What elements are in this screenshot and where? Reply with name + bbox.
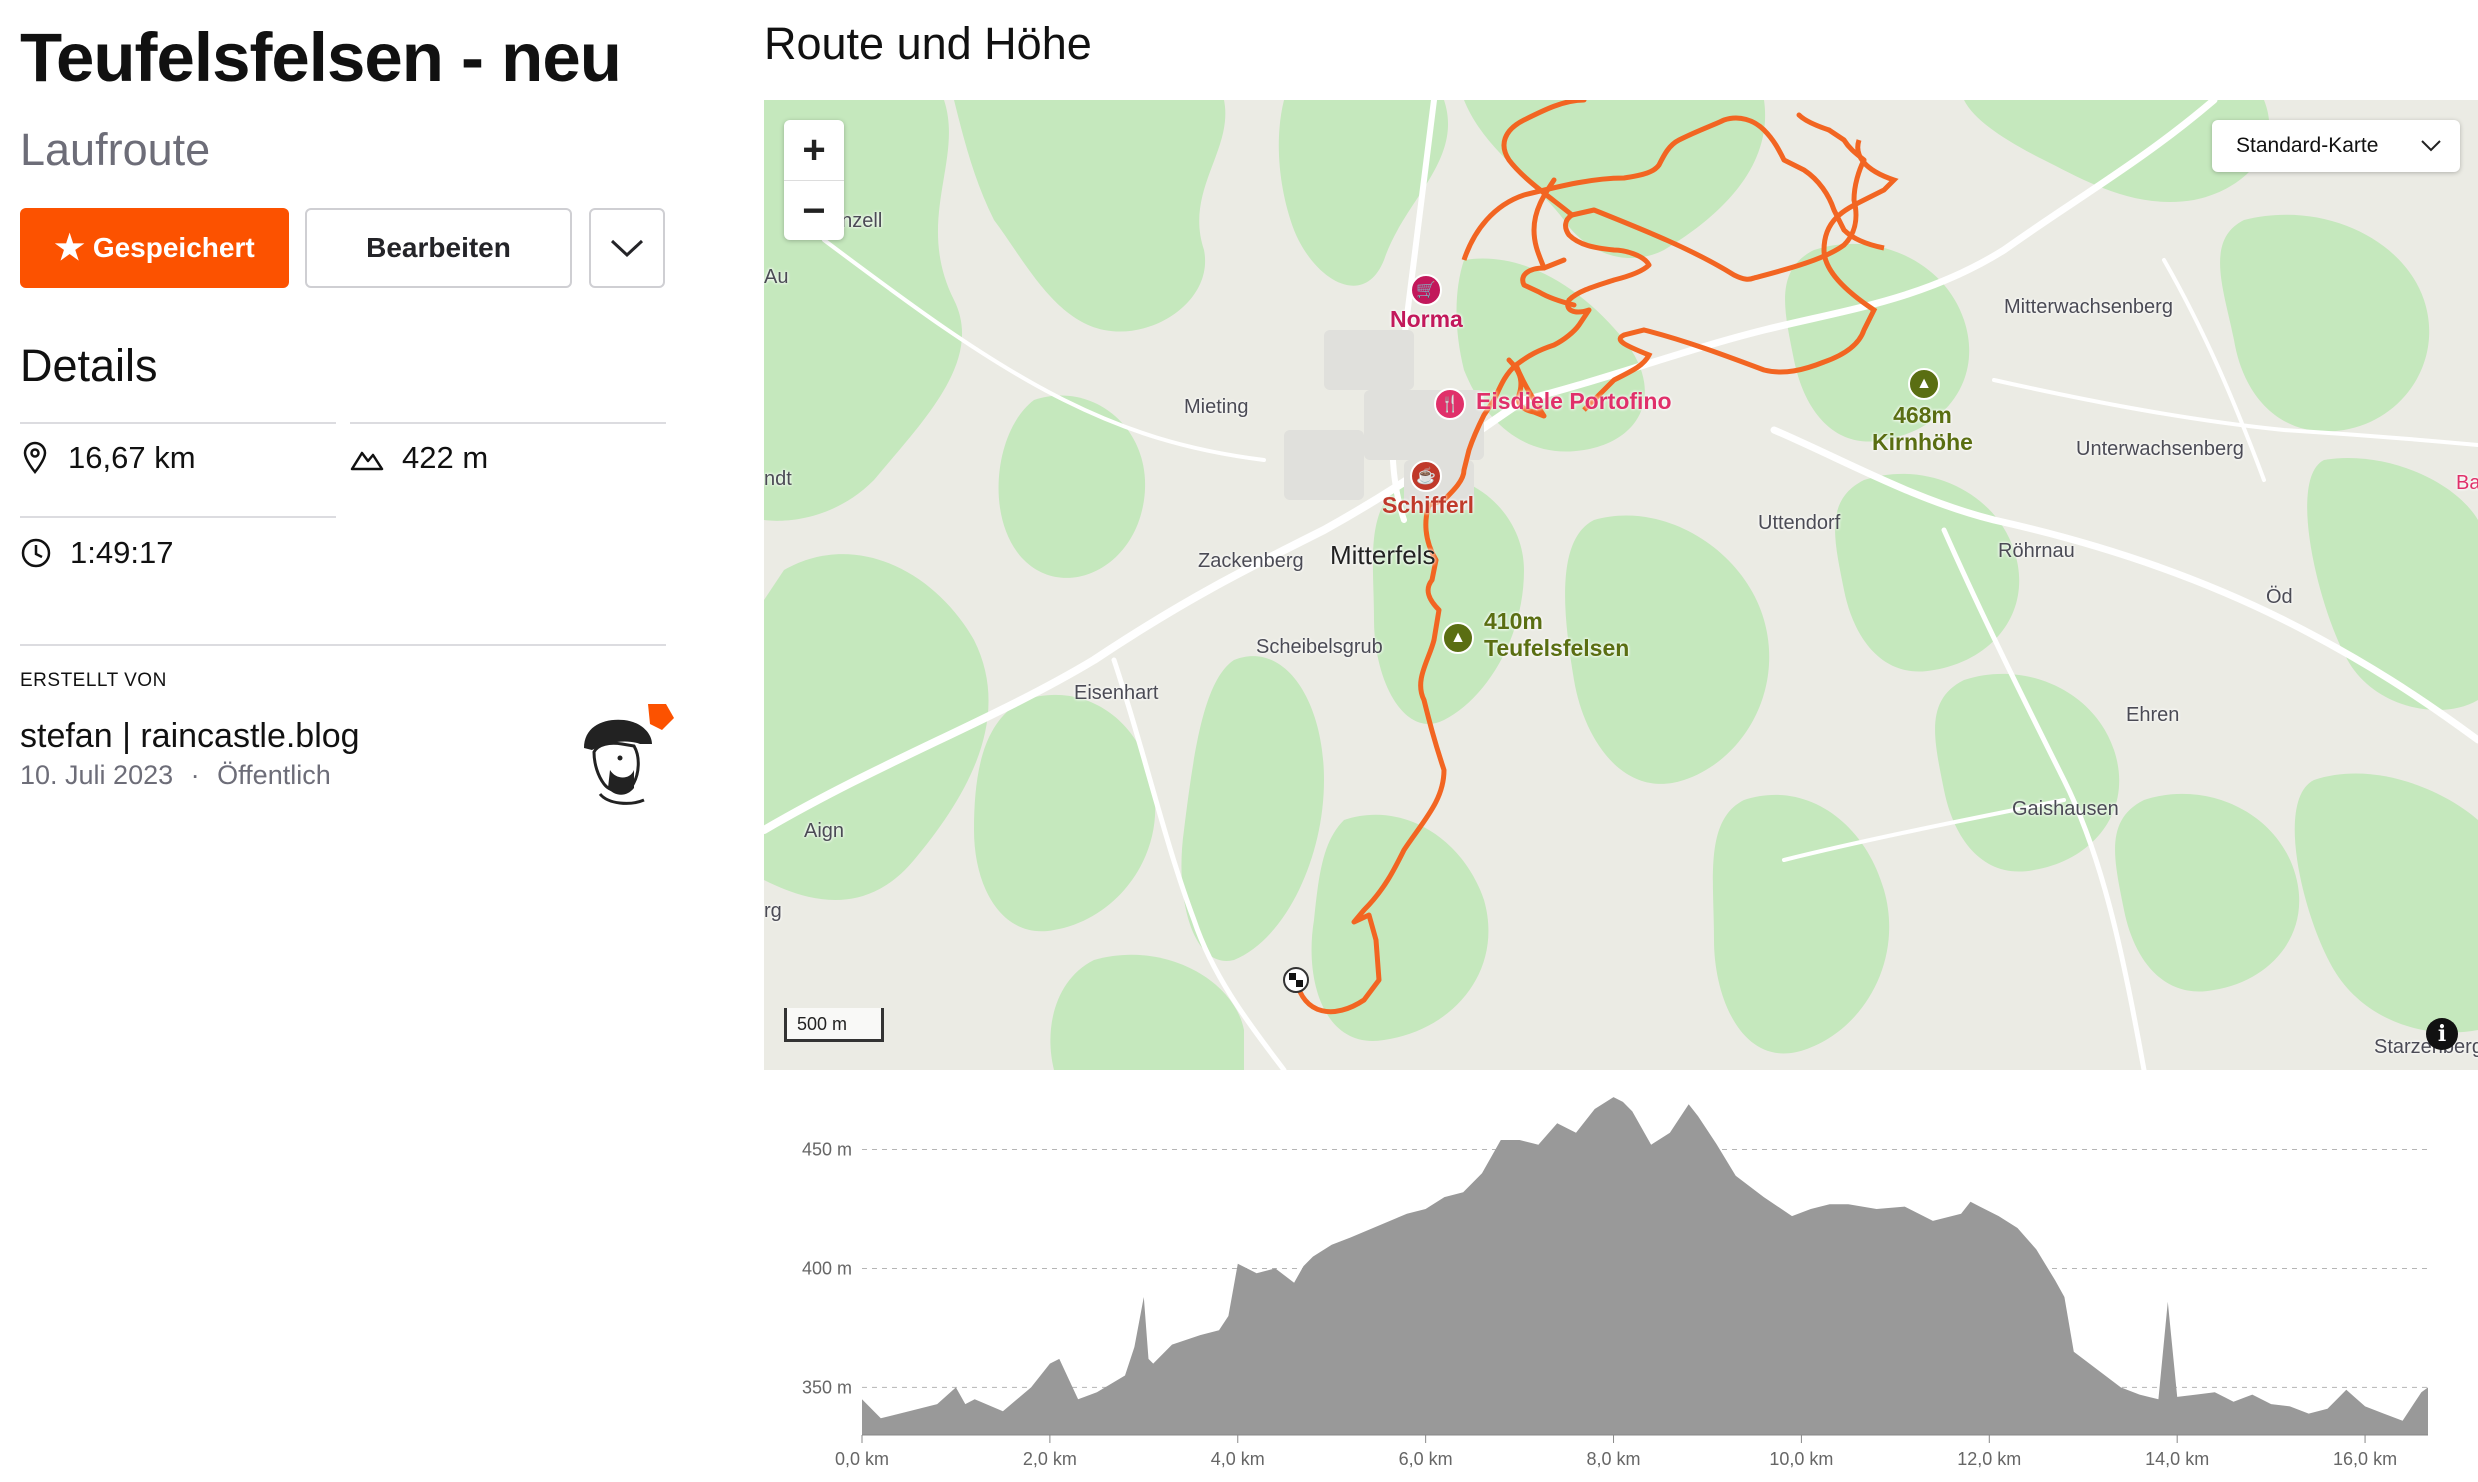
place-label: Scheibelsgrub [1256, 636, 1383, 658]
x-tick-label: 0,0 km [835, 1449, 889, 1469]
location-pin-icon [23, 441, 47, 474]
peak-label-teufelsfelsen[interactable]: 410m Teufelsfelsen [1484, 608, 1629, 662]
zoom-control: + − [784, 120, 844, 240]
start-flag-icon [1283, 967, 1309, 993]
chevron-down-icon [610, 239, 644, 258]
divider [20, 644, 666, 646]
map-heading: Route und Höhe [764, 18, 1092, 69]
divider [20, 516, 336, 518]
route-type: Laufroute [20, 124, 211, 175]
route-map[interactable]: enzell Au ndt Mieting Zackenberg Mitterf… [764, 100, 2478, 1070]
peak-name: Teufelsfelsen [1484, 635, 1630, 661]
mountain-icon [350, 451, 384, 471]
cafe-icon[interactable]: ☕ [1410, 460, 1442, 492]
y-tick-label: 350 m [802, 1377, 852, 1397]
x-tick-label: 8,0 km [1587, 1449, 1641, 1469]
peak-elevation: 468m [1893, 402, 1952, 428]
details-heading: Details [20, 340, 158, 391]
zoom-out-button[interactable]: − [784, 180, 844, 241]
place-label: Aign [804, 820, 845, 842]
poi-label-eisdiele[interactable]: Eisdiele Portofino [1476, 388, 1672, 415]
y-tick-label: 450 m [802, 1139, 852, 1159]
zoom-in-button[interactable]: + [784, 120, 844, 180]
avatar[interactable] [570, 700, 680, 810]
place-label: Mieting [1184, 396, 1249, 418]
x-tick-label: 2,0 km [1023, 1449, 1077, 1469]
place-label: ndt [764, 468, 792, 490]
elevation-value: 422 m [402, 440, 489, 475]
author-meta: 10. Juli 2023 · Öffentlich [20, 760, 331, 791]
place-label: Gaishausen [2012, 798, 2119, 820]
place-label: Uttendorf [1758, 512, 1841, 534]
x-tick-label: 4,0 km [1211, 1449, 1265, 1469]
chevron-down-icon [2421, 140, 2441, 152]
place-label: Röhrnau [1998, 540, 2075, 562]
saved-button-label: Gespeichert [92, 232, 255, 263]
town-label: Mitterfels [1330, 540, 1436, 570]
place-label: Mitterwachsenberg [2004, 296, 2173, 318]
elevation-stat: 422 m [350, 440, 488, 476]
x-tick-label: 10,0 km [1769, 1449, 1833, 1469]
peak-icon[interactable]: ▲ [1908, 368, 1940, 400]
duration-stat: 1:49:17 [20, 535, 173, 571]
meta-separator: · [190, 760, 200, 790]
place-label: Zackenberg [1198, 550, 1304, 572]
distance-value: 16,67 km [68, 440, 196, 475]
scale-bar: 500 m [784, 1008, 884, 1042]
poi-label-norma[interactable]: Norma [1390, 306, 1463, 333]
x-axis-ticks: 0,0 km 2,0 km 4,0 km 6,0 km 8,0 km 10,0 km 12,… [835, 1435, 2397, 1469]
poi-label-schifferl[interactable]: Schifferl [1382, 492, 1474, 519]
x-tick-label: 16,0 km [2333, 1449, 2397, 1469]
divider [350, 422, 666, 424]
place-label: Eisenhart [1074, 682, 1159, 704]
more-options-button[interactable] [589, 208, 665, 288]
saved-button[interactable]: ★ Gespeichert [20, 208, 289, 288]
shopping-cart-icon[interactable]: 🛒 [1410, 274, 1442, 306]
elevation-area [862, 1097, 2428, 1435]
y-axis-ticks: 350 m 400 m 450 m [802, 1139, 852, 1397]
peak-label-kirnhoehe[interactable]: 468m Kirnhöhe [1872, 402, 1973, 456]
clock-icon [21, 538, 51, 568]
place-label: Unterwachsenberg [2076, 438, 2244, 460]
distance-stat: 16,67 km [20, 440, 196, 476]
map-type-select[interactable]: Standard-Karte [2212, 120, 2460, 172]
x-tick-label: 12,0 km [1957, 1449, 2021, 1469]
elevation-chart[interactable]: 350 m 400 m 450 m 0,0 km 2,0 km 4,0 km 6,0 km… [764, 1090, 2478, 1482]
star-icon: ★ [54, 229, 85, 267]
peak-name: Kirnhöhe [1872, 429, 1973, 455]
restaurant-icon[interactable]: 🍴 [1434, 388, 1466, 420]
y-tick-label: 400 m [802, 1258, 852, 1278]
place-label: Au [764, 266, 789, 288]
map-canvas [764, 100, 2478, 1070]
created-date: 10. Juli 2023 [20, 760, 174, 790]
map-type-label: Standard-Karte [2236, 134, 2379, 157]
edit-button[interactable]: Bearbeiten [305, 208, 572, 288]
created-by-label: ERSTELLT VON [20, 670, 167, 691]
place-label: Ba [2456, 472, 2478, 494]
divider [20, 422, 336, 424]
author-name[interactable]: stefan | raincastle.blog [20, 717, 360, 756]
info-icon[interactable]: i [2426, 1018, 2458, 1050]
duration-value: 1:49:17 [70, 535, 174, 570]
x-tick-label: 14,0 km [2145, 1449, 2209, 1469]
visibility-label: Öffentlich [217, 760, 331, 790]
x-tick-label: 6,0 km [1399, 1449, 1453, 1469]
place-label: rg [764, 900, 782, 922]
edit-button-label: Bearbeiten [366, 232, 511, 263]
place-label: Ehren [2126, 704, 2180, 726]
peak-icon[interactable]: ▲ [1442, 622, 1474, 654]
peak-elevation: 410m [1484, 608, 1543, 634]
place-label: Öd [2266, 586, 2293, 608]
page-title: Teufelsfelsen - neu [20, 19, 622, 96]
